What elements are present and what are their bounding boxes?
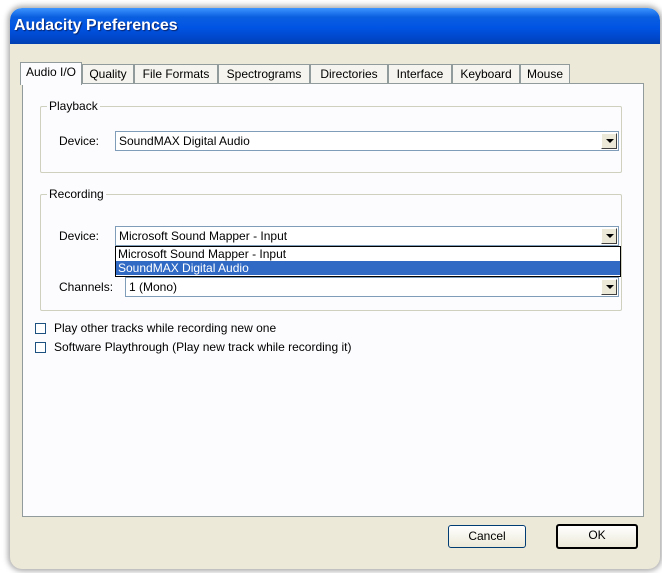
recording-chevron-down-icon[interactable] xyxy=(601,228,617,244)
playback-device-label: Device: xyxy=(59,134,100,148)
dropdown-option-selected[interactable]: SoundMAX Digital Audio xyxy=(116,261,620,275)
channels-chevron-down-icon[interactable] xyxy=(601,279,617,295)
recording-group-label: Recording xyxy=(47,187,106,201)
software-playthrough-label[interactable]: Software Playthrough (Play new track whi… xyxy=(54,340,351,354)
channels-value: 1 (Mono) xyxy=(129,280,178,294)
playback-group-label: Playback xyxy=(47,99,100,113)
recording-device-label: Device: xyxy=(59,229,100,243)
tab-quality[interactable]: Quality xyxy=(82,64,134,83)
tab-file-formats[interactable]: File Formats xyxy=(134,64,218,83)
window-title: Audacity Preferences xyxy=(14,17,178,34)
tab-keyboard[interactable]: Keyboard xyxy=(452,64,520,83)
audio-io-panel: Playback Device: SoundMAX Digital Audio … xyxy=(22,83,644,517)
tab-audio-io[interactable]: Audio I/O xyxy=(20,62,82,85)
play-other-tracks-label[interactable]: Play other tracks while recording new on… xyxy=(54,321,276,335)
title-bar[interactable]: Audacity Preferences xyxy=(10,8,660,44)
playback-group: Playback Device: SoundMAX Digital Audio xyxy=(40,99,622,173)
recording-device-value: Microsoft Sound Mapper - Input xyxy=(119,229,288,243)
software-playthrough-checkbox[interactable] xyxy=(35,342,46,353)
recording-group: Recording Device: Microsoft Sound Mapper… xyxy=(40,187,622,311)
tab-directories[interactable]: Directories xyxy=(310,64,388,83)
playback-device-select[interactable]: SoundMAX Digital Audio xyxy=(115,131,619,151)
playback-chevron-down-icon[interactable] xyxy=(601,133,617,149)
channels-label: Channels: xyxy=(59,280,114,294)
ok-button[interactable]: OK xyxy=(556,524,638,549)
recording-device-select[interactable]: Microsoft Sound Mapper - Input xyxy=(115,226,619,246)
recording-device-dropdown-list: Microsoft Sound Mapper - Input SoundMAX … xyxy=(115,246,621,277)
channels-select[interactable]: 1 (Mono) xyxy=(125,277,619,297)
tab-mouse[interactable]: Mouse xyxy=(520,64,570,83)
playback-device-value: SoundMAX Digital Audio xyxy=(119,134,250,148)
play-other-tracks-checkbox[interactable] xyxy=(35,323,46,334)
tab-interface[interactable]: Interface xyxy=(388,64,452,83)
preferences-window: Audacity Preferences Audio I/O Quality F… xyxy=(10,8,660,569)
tab-spectrograms[interactable]: Spectrograms xyxy=(218,64,310,83)
cancel-button[interactable]: Cancel xyxy=(448,525,526,548)
dropdown-option[interactable]: Microsoft Sound Mapper - Input xyxy=(116,247,620,261)
